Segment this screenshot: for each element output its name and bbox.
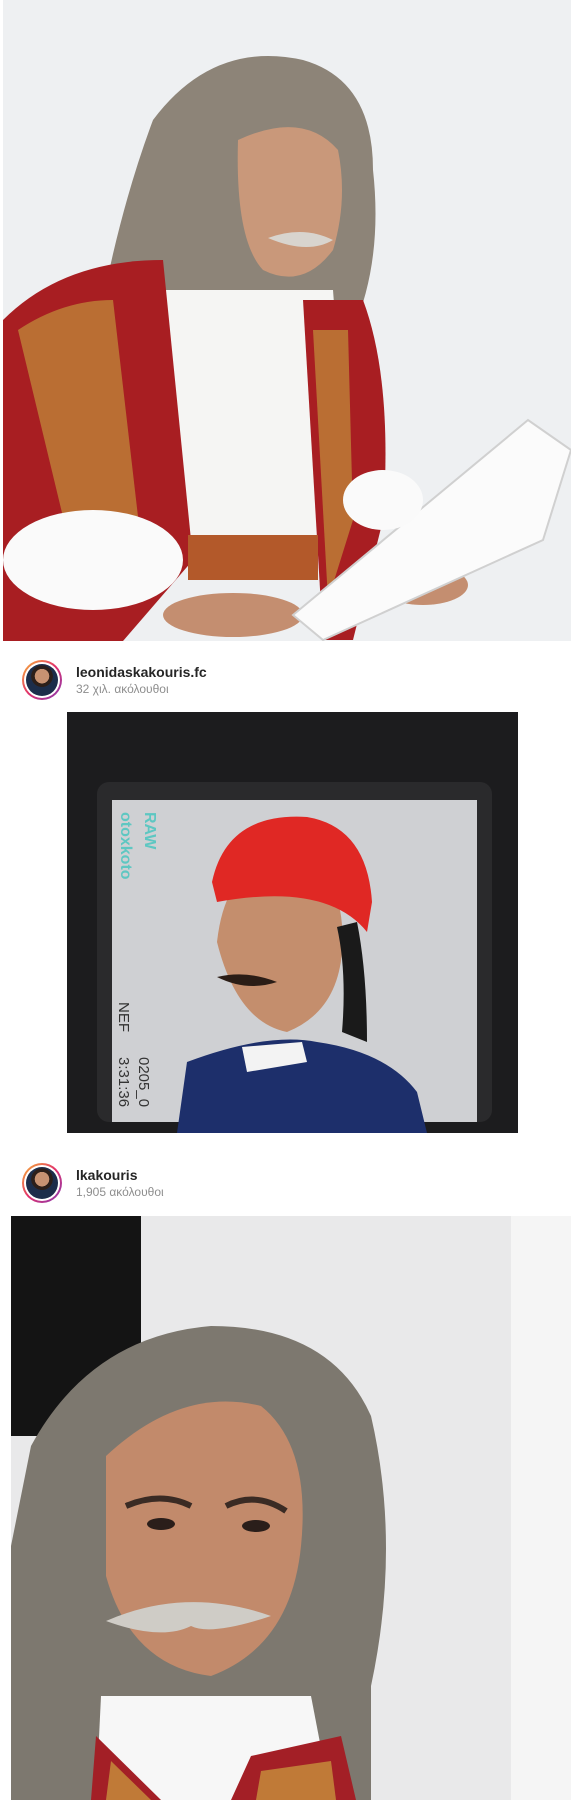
camera-viewfinder-photo-icon: RAW otoxkoto NEF 3:31:36 0205_0 [67, 712, 518, 1133]
account-username[interactable]: leonidaskakouris.fc [76, 664, 207, 680]
avatar[interactable] [22, 1163, 62, 1203]
viewfinder-format-label: NEF [115, 1002, 132, 1032]
viewfinder-time-label: 3:31:36 [115, 1057, 132, 1107]
selfie-photo-icon [11, 1216, 571, 1800]
viewfinder-folder-label: otoxkoto [117, 812, 134, 880]
post-photo-selfie[interactable] [11, 1216, 571, 1800]
viewfinder-raw-label: RAW [141, 812, 158, 850]
account-username[interactable]: lkakouris [76, 1167, 137, 1183]
avatar-photo-icon [26, 664, 58, 696]
avatar[interactable] [22, 660, 62, 700]
post-photo-costume-reading[interactable] [3, 0, 571, 641]
avatar-photo-icon [26, 1167, 58, 1199]
viewfinder-file-label: 0205_0 [135, 1057, 152, 1107]
account-followers: 1,905 ακόλουθοι [76, 1185, 164, 1199]
post-photo-camera-screen[interactable]: RAW otoxkoto NEF 3:31:36 0205_0 [67, 712, 518, 1133]
portrait-photo-icon [3, 0, 571, 641]
account-followers: 32 χιλ. ακόλουθοι [76, 682, 169, 696]
